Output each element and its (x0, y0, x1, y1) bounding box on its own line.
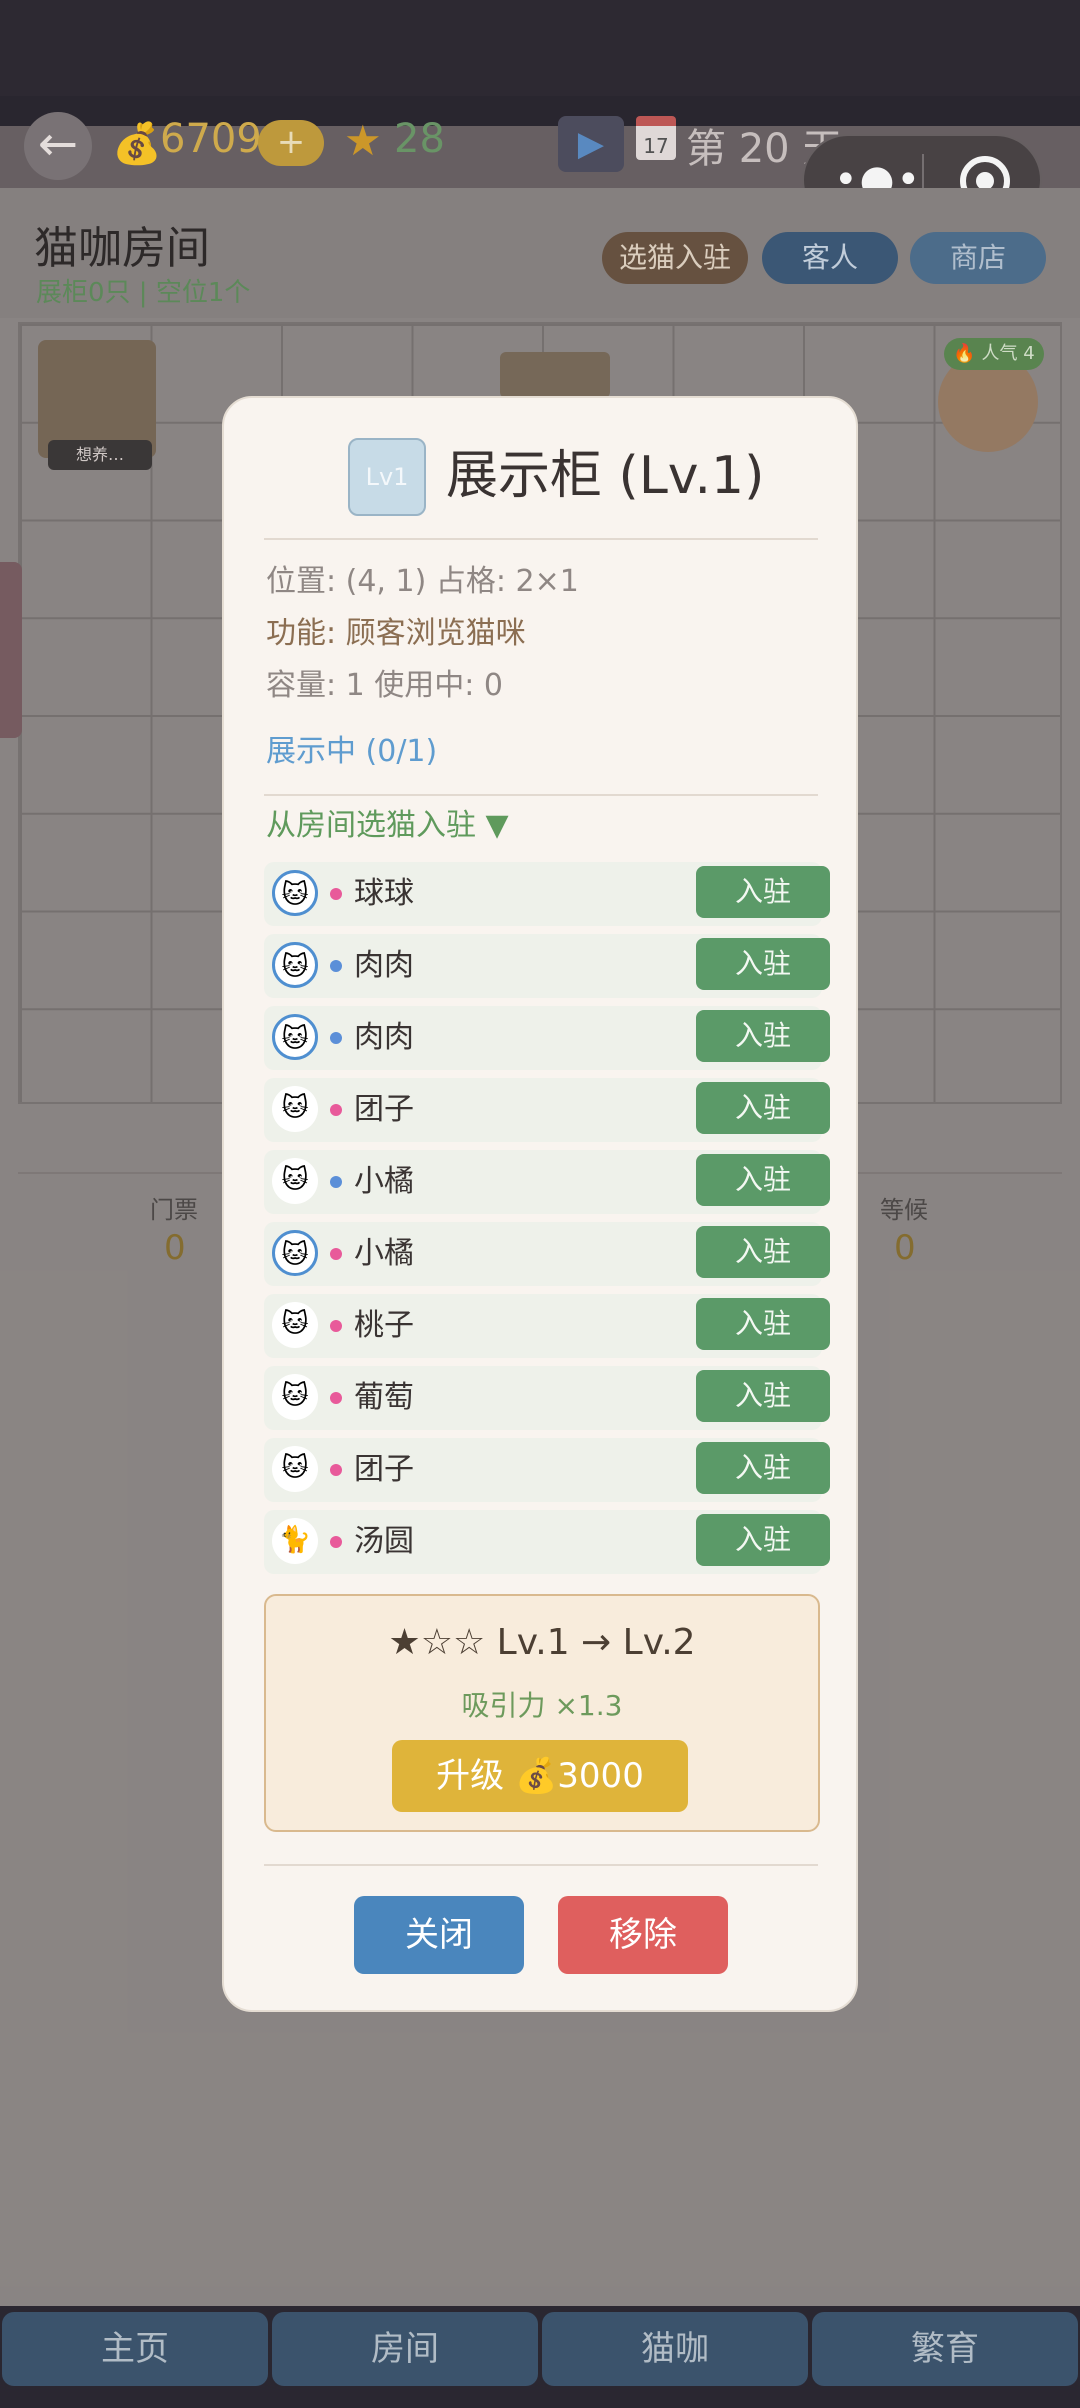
pink-cat-icon: 🐱 (272, 1302, 318, 1348)
divider (264, 1864, 818, 1866)
gender-dot (330, 888, 342, 900)
cat-row: 🐱 小橘 入驻 (264, 1222, 830, 1286)
position-info: 位置: (4, 1) 占格: 2×1 (266, 564, 579, 599)
gender-dot (330, 1536, 342, 1548)
showing-count: 展示中 (0/1) (266, 734, 438, 769)
upgrade-button[interactable]: 升级 💰3000 (392, 1740, 688, 1812)
cat-row: 🐈 汤圆 入驻 (264, 1510, 830, 1574)
assign-cat-button[interactable]: 入驻 (696, 1514, 830, 1566)
gender-dot (330, 1320, 342, 1332)
grey-cat-icon: 🐱 (272, 942, 318, 988)
black-cat-icon: 🐈 (272, 1518, 318, 1564)
modal-title: 展示柜 (Lv.1) (446, 446, 765, 506)
upgrade-attraction: 吸引力 ×1.3 (461, 1689, 623, 1722)
cat-row: 🐱 团子 入驻 (264, 1078, 830, 1142)
cat-name: 肉肉 (354, 1020, 414, 1055)
gender-dot (330, 960, 342, 972)
cat-row: 🐱 桃子 入驻 (264, 1294, 830, 1358)
assign-cat-button[interactable]: 入驻 (696, 1370, 830, 1422)
gender-dot (330, 1032, 342, 1044)
upgrade-panel: ★☆☆ Lv.1 → Lv.2 吸引力 ×1.3 升级 💰3000 (264, 1594, 820, 1832)
capacity-info: 容量: 1 使用中: 0 (266, 668, 503, 703)
assign-cat-button[interactable]: 入驻 (696, 938, 830, 990)
cat-name: 团子 (354, 1092, 414, 1127)
cat-name: 汤圆 (354, 1524, 414, 1559)
function-info: 功能: 顾客浏览猫咪 (266, 616, 526, 651)
grey-cat-icon: 🐱 (272, 1374, 318, 1420)
cat-name: 葡萄 (354, 1380, 414, 1415)
gender-dot (330, 1104, 342, 1116)
level-badge: Lv1 (348, 438, 426, 516)
close-button[interactable]: 关闭 (354, 1896, 524, 1974)
siamese-cat-icon: 🐱 (272, 870, 318, 916)
cat-row: 🐱 肉肉 入驻 (264, 1006, 830, 1070)
cat-row: 🐱 团子 入驻 (264, 1438, 830, 1502)
cat-name: 肉肉 (354, 948, 414, 983)
gender-dot (330, 1392, 342, 1404)
assign-cat-button[interactable]: 入驻 (696, 1010, 830, 1062)
gender-dot (330, 1248, 342, 1260)
upgrade-level-line: ★☆☆ Lv.1 → Lv.2 (388, 1622, 696, 1663)
gender-dot (330, 1464, 342, 1476)
cat-row: 🐱 小橘 入驻 (264, 1150, 830, 1214)
grey-cat-icon: 🐱 (272, 1014, 318, 1060)
siamese-cat-icon: 🐱 (272, 1230, 318, 1276)
cat-name: 团子 (354, 1452, 414, 1487)
cat-row: 🐱 球球 入驻 (264, 862, 830, 926)
gender-dot (330, 1176, 342, 1188)
remove-button[interactable]: 移除 (558, 1896, 728, 1974)
divider (264, 794, 818, 796)
cat-name: 桃子 (354, 1308, 414, 1343)
cat-name: 球球 (354, 876, 414, 911)
grey-cat-icon: 🐱 (272, 1446, 318, 1492)
select-from-room-toggle[interactable]: 从房间选猫入驻 ▼ (266, 806, 509, 846)
cat-name: 小橘 (354, 1236, 414, 1271)
grey-cat-icon: 🐱 (272, 1158, 318, 1204)
assign-cat-button[interactable]: 入驻 (696, 1298, 830, 1350)
divider (264, 538, 818, 540)
assign-cat-button[interactable]: 入驻 (696, 866, 830, 918)
assign-cat-button[interactable]: 入驻 (696, 1082, 830, 1134)
assign-cat-button[interactable]: 入驻 (696, 1154, 830, 1206)
tabby-cat-icon: 🐱 (272, 1086, 318, 1132)
cat-name: 小橘 (354, 1164, 414, 1199)
furniture-detail-modal: Lv1 展示柜 (Lv.1) 位置: (4, 1) 占格: 2×1 功能: 顾客… (222, 396, 858, 2012)
cat-row: 🐱 肉肉 入驻 (264, 934, 830, 998)
assign-cat-button[interactable]: 入驻 (696, 1226, 830, 1278)
cat-row: 🐱 葡萄 入驻 (264, 1366, 830, 1430)
assign-cat-button[interactable]: 入驻 (696, 1442, 830, 1494)
